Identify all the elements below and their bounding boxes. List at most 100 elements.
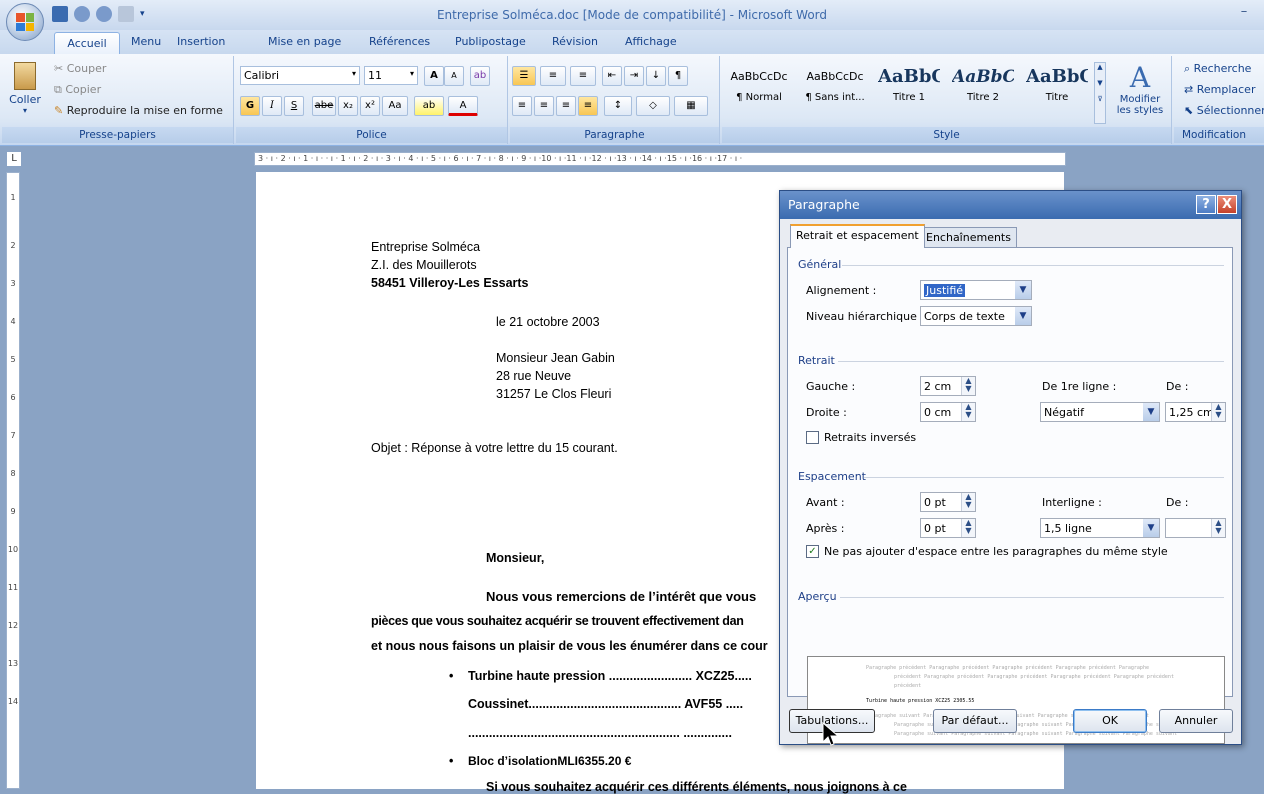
style-gallery-scroll[interactable]: ▲ ▼ ⊽ — [1094, 62, 1106, 124]
vertical-ruler[interactable]: 1 2 3 4 5 6 7 8 9 10 11 12 13 14 — [6, 172, 20, 789]
spinner-icon[interactable]: ▲ ▼ — [961, 403, 975, 421]
before-label: Avant : — [806, 496, 845, 509]
align-left-icon[interactable]: ≡ — [512, 96, 532, 116]
sort-icon[interactable]: ↓ — [646, 66, 666, 86]
bold-button[interactable]: G — [240, 96, 260, 116]
left-indent-input[interactable]: 2 cm ▲ ▼ — [920, 376, 976, 396]
numbering-icon[interactable]: ≡ — [540, 66, 566, 86]
grow-font-button[interactable]: A — [424, 66, 444, 86]
after-input[interactable]: 0 pt ▲ ▼ — [920, 518, 976, 538]
level-select[interactable]: Corps de texte ▼ — [920, 306, 1032, 326]
shrink-font-button[interactable]: A — [444, 66, 464, 86]
horizontal-ruler[interactable]: 3 · ı · 2 · ı · 1 · ı · · ı · 1 · ı · 2 … — [254, 152, 1066, 166]
underline-button[interactable]: S — [284, 96, 304, 116]
tab-affichage[interactable]: Affichage — [625, 35, 677, 48]
font-size-select[interactable]: 11 ▾ — [364, 66, 418, 85]
sender-name: Entreprise Solméca — [371, 240, 481, 254]
recipient-city: 31257 Le Clos Fleuri — [496, 387, 612, 401]
cancel-button[interactable]: Annuler — [1159, 709, 1233, 733]
font-size-value: 11 — [368, 69, 382, 82]
ok-button[interactable]: OK — [1073, 709, 1147, 733]
italic-button[interactable]: I — [262, 96, 282, 116]
by-input[interactable]: 1,25 cm ▲ ▼ — [1165, 402, 1226, 422]
replace-button[interactable]: ⇄ Remplacer — [1184, 83, 1255, 96]
spinner-icon[interactable]: ▲ ▼ — [1211, 519, 1225, 537]
tab-accueil[interactable]: Accueil — [54, 32, 120, 54]
spinner-icon[interactable]: ▲ ▼ — [961, 493, 975, 511]
style-sans-interligne[interactable]: AaBbCcDc ¶ Sans int... — [804, 62, 866, 118]
tab-revision[interactable]: Révision — [552, 35, 598, 48]
copy-button[interactable]: ⧉ Copier — [54, 83, 101, 97]
clipboard-group: Coller ▾ ✂ Couper ⧉ Copier ✎ Reproduire … — [2, 56, 234, 144]
find-label: Recherche — [1193, 62, 1252, 75]
line-spacing-icon[interactable]: ↕ — [604, 96, 632, 116]
tab-retrait-espacement[interactable]: Retrait et espacement — [790, 224, 925, 248]
style-titre[interactable]: AaBbC Titre — [1026, 62, 1088, 118]
before-input[interactable]: 0 pt ▲ ▼ — [920, 492, 976, 512]
no-space-checkbox[interactable]: ✓ — [806, 545, 819, 558]
style-normal[interactable]: AaBbCcDc ¶ Normal — [728, 62, 790, 118]
at-input[interactable]: ▲ ▼ — [1165, 518, 1226, 538]
increase-indent-icon[interactable]: ⇥ — [624, 66, 644, 86]
borders-icon[interactable]: ▦ — [674, 96, 708, 116]
clear-format-icon[interactable]: ab — [470, 66, 490, 86]
shading-icon[interactable]: ◇ — [636, 96, 670, 116]
tab-insertion[interactable]: Insertion — [177, 35, 225, 48]
tab-references[interactable]: Références — [369, 35, 430, 48]
left-indent-label: Gauche : — [806, 380, 856, 393]
style-titre-2[interactable]: AaBbCc Titre 2 — [952, 62, 1014, 118]
window-title: Entreprise Solméca.doc [Mode de compatib… — [436, 8, 828, 22]
vruler-tick: 6 — [10, 393, 16, 402]
alignment-select[interactable]: Justifié ▼ — [920, 280, 1032, 300]
by-label: De : — [1166, 380, 1189, 393]
format-painter-button[interactable]: ✎ Reproduire la mise en forme — [54, 104, 223, 117]
decrease-indent-icon[interactable]: ⇤ — [602, 66, 622, 86]
dialog-title: Paragraphe — [780, 191, 1241, 219]
mouse-cursor-icon — [822, 722, 840, 746]
first-line-label: De 1re ligne : — [1042, 380, 1117, 393]
style-titre-preview: AaBbC — [1026, 66, 1088, 87]
strikethrough-button[interactable]: abe — [312, 96, 336, 116]
align-right-icon[interactable]: ≡ — [556, 96, 576, 116]
bullet-icon: • — [449, 754, 454, 768]
tab-mise-en-page[interactable]: Mise en page — [268, 35, 341, 48]
office-button[interactable] — [6, 3, 44, 41]
style-titre-1[interactable]: AaBbC Titre 1 — [878, 62, 940, 118]
paste-button[interactable]: Coller ▾ — [8, 62, 42, 134]
highlight-icon[interactable]: ab — [414, 96, 444, 116]
spinner-icon[interactable]: ▲ ▼ — [961, 519, 975, 537]
modify-styles-button[interactable]: A Modifier les styles — [1112, 62, 1168, 117]
select-button[interactable]: ⬉ Sélectionner — [1184, 104, 1264, 117]
superscript-button[interactable]: x² — [360, 96, 380, 116]
style-sans-interligne-name: ¶ Sans int... — [805, 92, 865, 103]
help-button[interactable]: ? — [1196, 195, 1216, 214]
font-color-icon[interactable]: A — [448, 96, 478, 116]
justify-icon[interactable]: ≡ — [578, 96, 598, 116]
change-case-button[interactable]: Aa — [382, 96, 408, 116]
align-center-icon[interactable]: ≡ — [534, 96, 554, 116]
item-dots: ........................................… — [468, 726, 732, 740]
tab-enchainements[interactable]: Enchaînements — [920, 227, 1017, 247]
recipient-street: 28 rue Neuve — [496, 369, 572, 383]
tab-menu[interactable]: Menu — [131, 35, 161, 48]
default-button[interactable]: Par défaut... — [933, 709, 1017, 733]
tab-publipostage[interactable]: Publipostage — [455, 35, 526, 48]
tab-selector[interactable]: L — [6, 151, 22, 167]
spinner-icon[interactable]: ▲ ▼ — [1211, 403, 1225, 421]
cut-button[interactable]: ✂ Couper — [54, 62, 106, 75]
subscript-button[interactable]: x₂ — [338, 96, 358, 116]
right-indent-input[interactable]: 0 cm ▲ ▼ — [920, 402, 976, 422]
font-family-select[interactable]: Calibri ▾ — [240, 66, 360, 85]
bullets-icon[interactable]: ☰ — [512, 66, 536, 86]
minimize-button[interactable]: – — [1234, 4, 1254, 22]
style-group-label: Style — [722, 127, 1171, 143]
spinner-icon[interactable]: ▲ ▼ — [961, 377, 975, 395]
pilcrow-icon[interactable]: ¶ — [668, 66, 688, 86]
line-spacing-select[interactable]: 1,5 ligne ▼ — [1040, 518, 1160, 538]
salutation: Monsieur, — [486, 551, 545, 565]
first-line-select[interactable]: Négatif ▼ — [1040, 402, 1160, 422]
close-button[interactable]: X — [1217, 195, 1237, 214]
mirror-indents-checkbox[interactable] — [806, 431, 819, 444]
find-button[interactable]: ⌕ Recherche — [1184, 62, 1251, 76]
multilevel-list-icon[interactable]: ≡ — [570, 66, 596, 86]
